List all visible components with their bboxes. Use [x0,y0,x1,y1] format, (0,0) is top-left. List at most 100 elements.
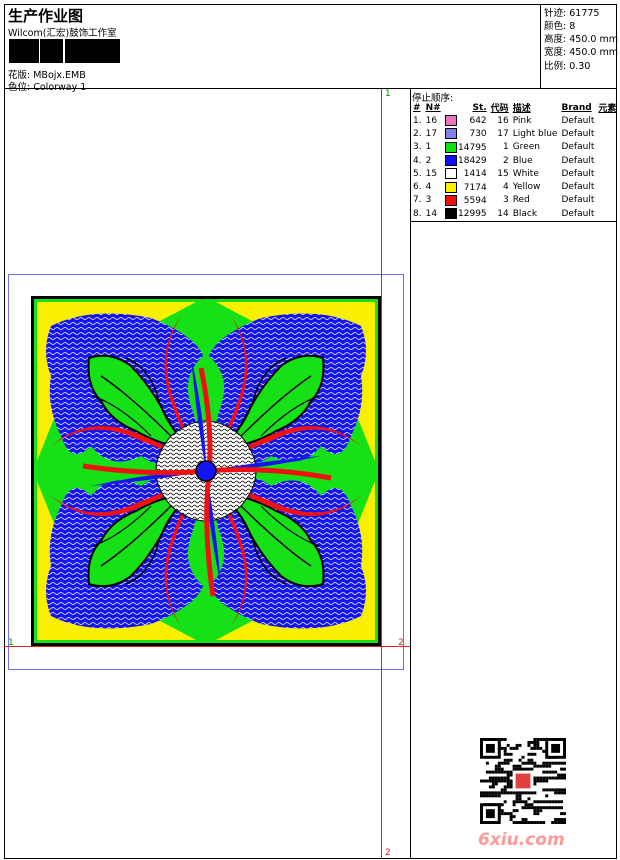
table-row: 7. 3 5594 3 Red Default [411,194,618,207]
cell-code: 2 [502,155,509,166]
cell-index: 8. [413,208,422,219]
cell-stitches: 14795 [443,141,489,154]
header-info: 生产作业图 Wilcom(汇宏)鼓饰工作室 花版: MBojx.EMB 色位: … [5,5,540,93]
cell-code: 15 [497,168,509,179]
cell-element [596,207,618,220]
cell-code: 14 [497,208,509,219]
cell-stitches: 5594 [443,194,489,207]
ruler-label-top: 1 [385,89,391,99]
cell-element [596,141,618,154]
ruler-vertical [381,89,382,859]
stitch-count: 12995 [458,209,487,220]
company-name: Wilcom(汇宏)鼓饰工作室 [8,28,117,39]
cell-index: 4. [413,155,422,166]
col-header-brand: Brand [561,102,592,113]
cell-brand: Default [561,155,595,166]
cell-stitches: 730 [443,127,489,140]
cell-code: 4 [502,182,509,193]
embroidery-design-preview [31,296,381,646]
col-header-index: # [413,102,421,113]
table-row: 3. 1 14795 1 Green Default [411,141,618,154]
stats-panel: 针迹: 61775 颜色: 8 高度: 450.0 mm 宽度: 450.0 m… [540,4,618,89]
cell-index: 7. [413,195,422,206]
stitch-count: 7174 [463,182,487,193]
color-swatch [444,194,457,206]
table-header-row: # N# St. 代码 描述 Brand 元素 [411,101,618,115]
cell-index: 6. [413,182,422,193]
cell-element [596,180,618,193]
stat-label: 比例: [544,61,567,72]
cell-description: Green [512,142,540,153]
cell-code: 17 [497,128,509,139]
cell-brand: Default [561,142,595,153]
page-title: 生产作业图 [8,7,84,25]
cell-brand: Default [561,208,595,219]
stat-stitches: 针迹: 61775 [544,5,599,19]
sequence-divider [410,221,617,222]
cell-stitches: 7174 [443,180,489,193]
cell-brand: Default [561,168,595,179]
stitch-count: 18429 [458,156,487,167]
stitch-count: 642 [469,116,487,127]
cell-code: 16 [497,115,509,126]
color-swatch [444,155,457,167]
cell-stitches: 12995 [443,207,489,220]
stitch-count: 1414 [463,169,487,180]
cell-code: 1 [502,142,509,153]
colorway: 色位: Colorway 1 [8,79,86,93]
cell-needle: 1 [425,142,432,153]
col-header-element: 元素 [598,104,617,114]
stat-label: 宽度: [544,47,567,58]
qr-code [480,738,566,824]
header-divider [4,88,617,89]
stat-value: 450.0 mm [569,47,618,58]
ruler-label-left: 1 [8,638,14,648]
cell-index: 1. [413,115,422,126]
table-row: 8. 14 12995 14 Black Default [411,207,618,220]
color-swatch [444,208,457,220]
cell-needle: 17 [425,128,438,139]
stitch-count: 5594 [463,195,487,206]
cell-description: Red [512,195,530,206]
stitch-count: 14795 [458,142,487,153]
cell-element [596,114,618,127]
color-swatch [444,141,457,153]
cell-description: Light blue [512,128,558,139]
cell-description: Black [512,208,538,219]
cell-code: 3 [502,195,509,206]
cell-brand: Default [561,128,595,139]
col-header-stitches: St. [472,102,487,113]
cell-description: White [512,168,539,179]
cell-element [596,154,618,167]
stat-height: 高度: 450.0 mm [544,31,618,45]
cell-element [596,167,618,180]
stitch-count: 730 [469,129,487,140]
table-row: 5. 15 1414 15 White Default [411,167,618,180]
stat-value: 0.30 [569,61,591,72]
cell-brand: Default [561,195,595,206]
cell-stitches: 1414 [443,167,489,180]
cell-element [596,194,618,207]
cell-needle: 15 [425,168,438,179]
table-row: 6. 4 7174 4 Yellow Default [411,180,618,193]
color-swatch [444,181,457,193]
cell-needle: 14 [425,208,438,219]
col-header-code: 代码 [490,104,509,114]
col-header-description: 描述 [512,104,531,114]
cell-brand: Default [561,182,595,193]
color-swatch [444,128,457,140]
barcode [9,39,120,63]
stat-width: 宽度: 450.0 mm [544,44,618,58]
cell-needle: 16 [425,115,438,126]
watermark-logo: 6xiu.com [478,830,565,850]
cell-description: Yellow [512,182,541,193]
cell-stitches: 642 [443,114,489,127]
col-header-needle: N# [425,102,441,113]
cell-index: 5. [413,168,422,179]
stat-colors: 颜色: 8 [544,18,575,32]
cell-index: 2. [413,128,422,139]
ruler-horizontal [4,646,410,647]
cell-description: Pink [512,115,532,126]
stat-scale: 比例: 0.30 [544,58,590,72]
table-row: 4. 2 18429 2 Blue Default [411,154,618,167]
